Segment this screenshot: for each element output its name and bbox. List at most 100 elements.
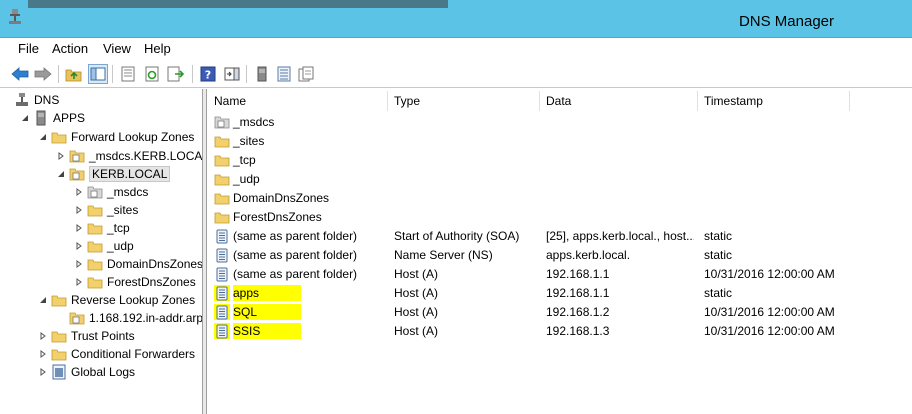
table-row[interactable]: _msdcs xyxy=(208,113,912,132)
window-title: DNS Manager xyxy=(738,13,834,30)
tree-node-conditional-forwarders[interactable]: Conditional Forwarders xyxy=(38,345,195,363)
menu-action[interactable]: Action xyxy=(52,41,88,56)
record-data: [25], apps.kerb.local., host... xyxy=(546,229,694,243)
back-arrow-icon[interactable] xyxy=(10,64,30,84)
table-row[interactable]: _tcp xyxy=(208,151,912,170)
table-row[interactable]: SSIS Host (A) 192.168.1.3 10/31/2016 12:00:… xyxy=(208,322,912,341)
toolbar-separator xyxy=(192,65,193,83)
record-name-cell: (same as parent folder) xyxy=(214,266,386,282)
table-row[interactable]: DomainDnsZones xyxy=(208,189,912,208)
up-folder-icon[interactable] xyxy=(64,64,84,84)
collapse-arrow-icon[interactable] xyxy=(56,169,66,179)
record-name: (same as parent folder) xyxy=(233,248,358,262)
menu-view[interactable]: View xyxy=(103,41,131,56)
column-header-name[interactable]: Name xyxy=(208,91,388,111)
record-name-cell: SSIS xyxy=(214,323,386,339)
expand-arrow-icon[interactable] xyxy=(56,151,66,161)
record-data: 192.168.1.1 xyxy=(546,267,610,281)
tree-node-trust-points[interactable]: Trust Points xyxy=(38,327,135,345)
tree-node-forward-lookup-zones[interactable]: Forward Lookup Zones xyxy=(38,128,194,146)
record-name: SSIS xyxy=(233,323,301,339)
folder-icon xyxy=(214,152,230,168)
record-name: apps xyxy=(233,285,301,301)
zone-icon[interactable] xyxy=(274,64,294,84)
records-icon[interactable] xyxy=(296,64,316,84)
folder-icon xyxy=(214,133,230,149)
collapse-arrow-icon[interactable] xyxy=(20,113,30,123)
delegated-folder-icon xyxy=(214,114,230,130)
tree-node-reverse-zone[interactable]: 1.168.192.in-addr.arpa xyxy=(69,309,202,327)
show-hide-tree-icon[interactable] xyxy=(88,64,108,84)
column-header-data[interactable]: Data xyxy=(540,91,698,111)
tree-node-global-logs[interactable]: Global Logs xyxy=(38,363,135,381)
record-timestamp: 10/31/2016 12:00:00 AM xyxy=(704,267,835,281)
menu-help[interactable]: Help xyxy=(144,41,171,56)
folder-icon xyxy=(87,256,103,272)
tree-node-forest-dns-zones[interactable]: ForestDnsZones xyxy=(74,273,196,291)
record-timestamp: static xyxy=(704,248,733,262)
overlapping-window-edge xyxy=(28,0,448,8)
tree-node-dns[interactable]: DNS xyxy=(14,91,59,109)
column-header-timestamp[interactable]: Timestamp xyxy=(698,91,850,111)
dns-app-icon xyxy=(8,8,22,26)
tree-node-tcp[interactable]: _tcp xyxy=(74,219,130,237)
tree-node-reverse-lookup-zones[interactable]: Reverse Lookup Zones xyxy=(38,291,195,309)
tree-node-msdcs-kerb-local[interactable]: _msdcs.KERB.LOCAL xyxy=(56,147,202,165)
expand-arrow-icon[interactable] xyxy=(74,187,84,197)
pane-splitter[interactable] xyxy=(203,89,207,414)
expand-arrow-icon[interactable] xyxy=(74,259,84,269)
menu-file[interactable]: File xyxy=(18,41,39,56)
record-data: apps.kerb.local. xyxy=(546,248,631,262)
export-list-icon[interactable] xyxy=(166,64,186,84)
tree-label: ForestDnsZones xyxy=(107,275,196,289)
record-timestamp: static xyxy=(704,286,733,300)
expand-arrow-icon[interactable] xyxy=(74,277,84,287)
tree-label: APPS xyxy=(53,111,86,125)
action-pane-icon[interactable] xyxy=(222,64,242,84)
tree-label: _tcp xyxy=(107,221,130,235)
tree-node-sites[interactable]: _sites xyxy=(74,201,138,219)
collapse-arrow-icon[interactable] xyxy=(38,132,48,142)
tree-node-udp[interactable]: _udp xyxy=(74,237,134,255)
tree-node-kerb-local[interactable]: KERB.LOCAL xyxy=(56,165,171,183)
folder-icon xyxy=(51,292,67,308)
expand-arrow-icon[interactable] xyxy=(74,223,84,233)
server-icon[interactable] xyxy=(252,64,272,84)
title-bar: DNS Manager xyxy=(0,0,912,38)
record-icon xyxy=(214,285,230,301)
tree-label: _sites xyxy=(107,203,139,217)
table-row[interactable]: ForestDnsZones xyxy=(208,208,912,227)
collapse-arrow-icon[interactable] xyxy=(38,295,48,305)
refresh-icon[interactable] xyxy=(142,64,162,84)
table-row[interactable]: SQL Host (A) 192.168.1.2 10/31/2016 12:00:0… xyxy=(208,303,912,322)
record-name-cell: SQL xyxy=(214,304,386,320)
table-row[interactable]: _udp xyxy=(208,170,912,189)
record-icon xyxy=(214,304,230,320)
tree-node-domain-dns-zones[interactable]: DomainDnsZones xyxy=(74,255,202,273)
expand-arrow-icon[interactable] xyxy=(38,331,48,341)
record-name: _sites xyxy=(233,134,265,148)
table-row[interactable]: _sites xyxy=(208,132,912,151)
record-name-cell: (same as parent folder) xyxy=(214,247,386,263)
expand-arrow-icon[interactable] xyxy=(74,205,84,215)
tree-node-apps[interactable]: APPS xyxy=(20,109,85,127)
table-row[interactable]: (same as parent folder) Start of Authorit… xyxy=(208,227,912,246)
table-row[interactable]: apps Host (A) 192.168.1.1 static xyxy=(208,284,912,303)
properties-icon[interactable] xyxy=(118,64,138,84)
toolbar: ? xyxy=(0,60,912,88)
table-row[interactable]: (same as parent folder) Name Server (NS) a… xyxy=(208,246,912,265)
record-icon xyxy=(214,228,230,244)
table-row[interactable]: (same as parent folder) Host (A) 192.168.1… xyxy=(208,265,912,284)
expand-arrow-icon[interactable] xyxy=(38,367,48,377)
results-list: Name Type Data Timestamp _msdcs _sites _tc… xyxy=(208,89,912,414)
expand-arrow-icon[interactable] xyxy=(74,241,84,251)
expand-arrow-icon[interactable] xyxy=(38,349,48,359)
tree-label: KERB.LOCAL xyxy=(89,166,171,182)
record-type: Host (A) xyxy=(394,267,439,281)
record-name-cell: DomainDnsZones xyxy=(214,190,386,206)
tree-node-msdcs[interactable]: _msdcs xyxy=(74,183,148,201)
tree-label: Conditional Forwarders xyxy=(71,347,196,361)
column-header-type[interactable]: Type xyxy=(388,91,540,111)
forward-arrow-icon[interactable] xyxy=(33,64,53,84)
help-icon[interactable]: ? xyxy=(198,64,218,84)
